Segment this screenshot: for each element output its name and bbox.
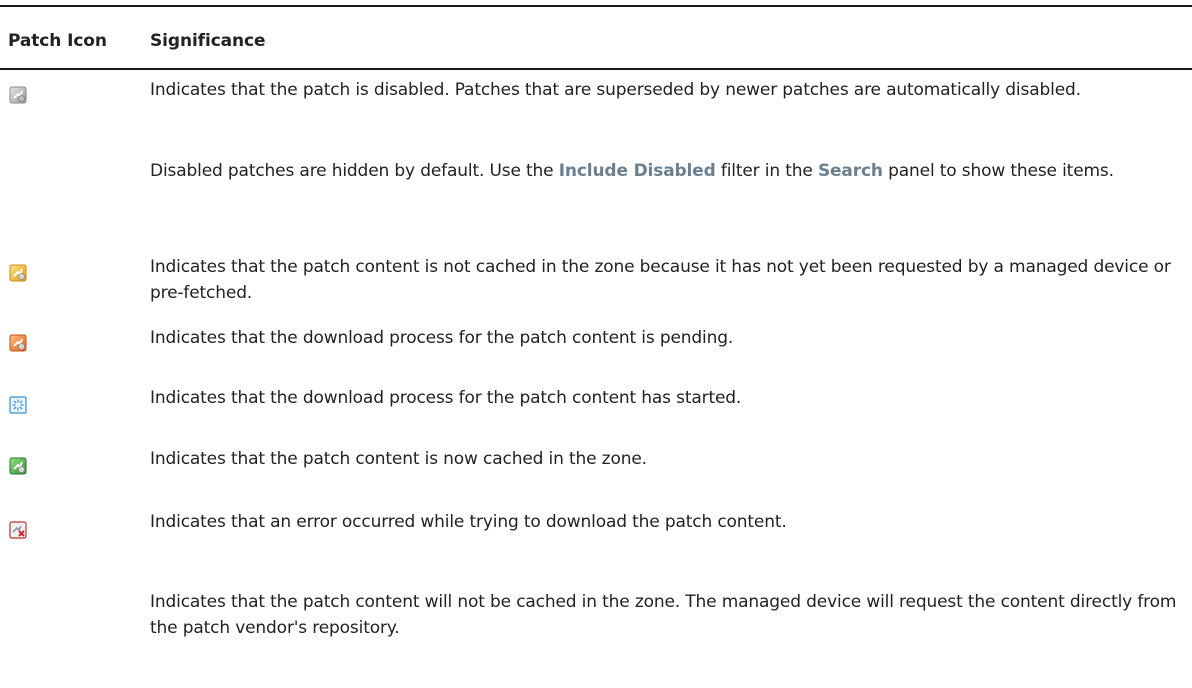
search-panel-label: Search [817, 161, 883, 181]
row-text-disabled: Indicates that the patch is disabled. Pa… [150, 80, 1081, 100]
row-text-pending: Indicates that the download process for … [150, 328, 734, 348]
column-header-patch-icon: Patch Icon [8, 31, 107, 51]
row-text-started: Indicates that the download process for … [150, 388, 742, 408]
row-text-not-to-be-cached: Indicates that the patch content will no… [150, 592, 1177, 638]
patch-disabled-icon [9, 86, 27, 104]
row-text-disabled-note: Disabled patches are hidden by default. … [150, 159, 1180, 185]
note-text-middle: filter in the [715, 161, 818, 181]
row-text-not-cached: Indicates that the patch content is not … [150, 257, 1171, 303]
column-header-significance: Significance [150, 31, 266, 51]
note-text-after: panel to show these items. [882, 161, 1114, 181]
patch-download-started-icon [9, 396, 27, 414]
include-disabled-filter-label: Include Disabled [558, 161, 716, 181]
note-text-before: Disabled patches are hidden by default. … [150, 161, 559, 181]
row-text-error: Indicates that an error occurred while t… [150, 512, 787, 532]
patch-download-error-icon [9, 521, 27, 539]
table-top-rule [0, 5, 1192, 7]
row-text-cached: Indicates that the patch content is now … [150, 449, 647, 469]
table-header-rule [0, 68, 1192, 70]
patch-download-pending-icon [9, 334, 27, 352]
patch-cached-icon [9, 457, 27, 475]
patch-not-cached-icon [9, 264, 27, 282]
